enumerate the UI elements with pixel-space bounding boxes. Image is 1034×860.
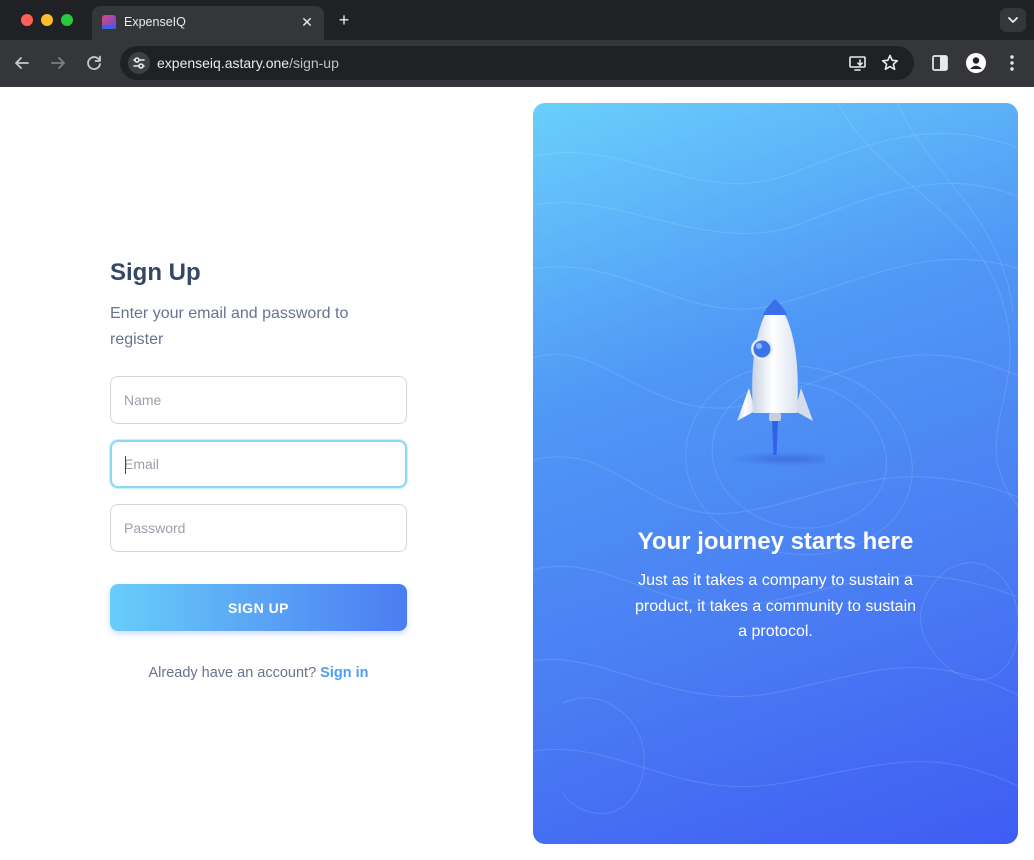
page-subtitle: Enter your email and password to registe… <box>110 305 349 348</box>
rocket-illustration <box>727 299 825 466</box>
email-input[interactable] <box>112 442 405 486</box>
tab-search-button[interactable] <box>1000 8 1026 32</box>
back-icon[interactable] <box>11 52 33 74</box>
hero-title: Your journey starts here <box>637 528 914 555</box>
email-field[interactable] <box>110 440 407 488</box>
sign-up-button[interactable]: SIGN UP <box>110 584 407 631</box>
forward-icon[interactable] <box>47 52 69 74</box>
hero-panel: Your journey starts here Just as it take… <box>533 103 1018 844</box>
browser-toolbar: expenseiq.astary.one/sign-up <box>0 40 1034 87</box>
signin-prompt: Already have an account? Sign in <box>110 665 407 681</box>
tab-search-icon <box>1008 17 1018 23</box>
tab-title: ExpenseIQ <box>124 15 186 29</box>
tab-close-icon[interactable]: ✕ <box>298 13 316 31</box>
password-input[interactable] <box>111 505 406 551</box>
profile-icon[interactable] <box>965 52 987 74</box>
signin-prompt-text: Already have an account? <box>148 665 317 681</box>
install-app-icon[interactable] <box>848 53 868 73</box>
url-host: expenseiq.astary.one <box>157 55 290 71</box>
password-field[interactable] <box>110 504 407 552</box>
new-tab-icon[interactable]: + <box>334 10 354 30</box>
page-title: Sign Up <box>110 259 201 286</box>
window-minimize-button[interactable] <box>41 14 53 26</box>
hero-description: Just as it takes a company to sustain a … <box>635 572 917 640</box>
side-panel-icon[interactable] <box>929 52 951 74</box>
expenseiq-favicon-icon <box>102 15 116 29</box>
menu-icon[interactable] <box>1001 52 1023 74</box>
name-field[interactable] <box>110 376 407 424</box>
page-content: Sign Up Enter your email and password to… <box>0 87 1034 860</box>
url-text: expenseiq.astary.one/sign-up <box>157 55 339 71</box>
topographic-pattern <box>533 103 1018 814</box>
text-cursor <box>125 456 126 474</box>
reload-icon[interactable] <box>83 52 105 74</box>
name-input[interactable] <box>111 377 406 423</box>
sign-in-link[interactable]: Sign in <box>320 665 368 681</box>
url-path: /sign-up <box>289 55 339 71</box>
address-bar[interactable]: expenseiq.astary.one/sign-up <box>120 46 914 80</box>
browser-tab[interactable]: ExpenseIQ ✕ <box>92 6 324 40</box>
site-info-icon[interactable] <box>127 51 151 75</box>
window-close-button[interactable] <box>21 14 33 26</box>
browser-tab-strip: ExpenseIQ ✕ + <box>0 0 1034 40</box>
window-zoom-button[interactable] <box>61 14 73 26</box>
bookmark-star-icon[interactable] <box>880 53 900 73</box>
